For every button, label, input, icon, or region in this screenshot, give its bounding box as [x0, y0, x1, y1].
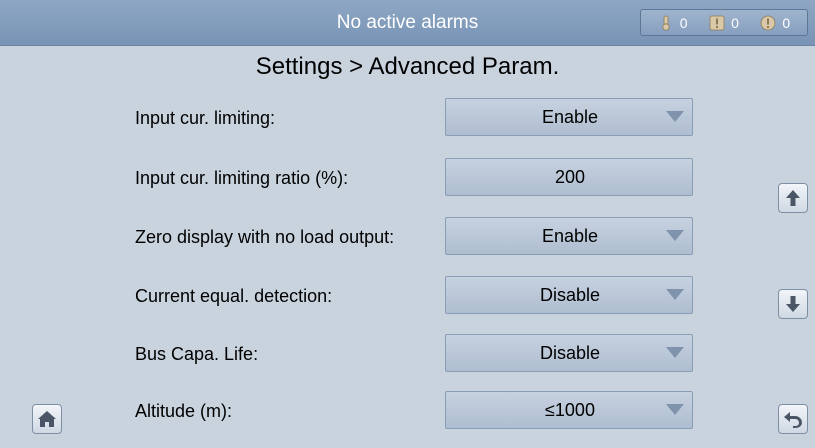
arrow-up-icon: [785, 189, 801, 207]
home-button[interactable]: [32, 404, 62, 434]
dropdown-value: Enable: [541, 226, 599, 246]
dropdown-caret-icon: [666, 289, 684, 300]
zero-display-dropdown[interactable]: Enable: [445, 217, 693, 255]
arrow-down-icon: [785, 295, 801, 313]
page-title: Settings > Advanced Param.: [255, 53, 560, 80]
exclamation-square-icon: [709, 15, 725, 31]
param-label: Input cur. limiting:: [135, 108, 276, 128]
scroll-down-button[interactable]: [778, 289, 808, 319]
alarm-count-value: 0: [679, 14, 688, 31]
field-value: 200: [554, 167, 586, 187]
back-arrow-icon: [783, 410, 803, 428]
altitude-dropdown[interactable]: ≤1000: [445, 391, 693, 429]
param-row-bus-capa-life: Bus Capa. Life: Disable: [0, 334, 815, 374]
alarm-count-value: 0: [731, 14, 739, 31]
scroll-up-button[interactable]: [778, 183, 808, 213]
back-button[interactable]: [778, 404, 808, 434]
param-label: Current equal. detection:: [135, 286, 333, 306]
exclamation-circle-icon: [760, 15, 776, 31]
input-cur-limiting-dropdown[interactable]: Enable: [445, 98, 693, 136]
param-row-zero-display: Zero display with no load output: Enable: [0, 217, 815, 257]
bus-capa-life-dropdown[interactable]: Disable: [445, 334, 693, 372]
thermometer-alarm-icon: [658, 15, 674, 31]
param-row-current-equal-detection: Current equal. detection: Disable: [0, 276, 815, 316]
dropdown-caret-icon: [666, 347, 684, 358]
alarm-count-value: 0: [782, 14, 791, 31]
dropdown-caret-icon: [666, 111, 684, 122]
input-cur-limiting-ratio-field[interactable]: 200: [445, 158, 693, 196]
alarm-count-critical: 0: [658, 15, 688, 31]
param-row-input-cur-limiting-ratio: Input cur. limiting ratio (%): 200: [0, 158, 815, 198]
home-icon: [37, 410, 57, 428]
param-row-input-cur-limiting: Input cur. limiting: Enable: [0, 98, 815, 138]
dropdown-caret-icon: [666, 404, 684, 415]
alarm-counts[interactable]: 0 0 0: [640, 9, 808, 36]
dropdown-value: Disable: [539, 343, 601, 363]
alarm-count-major: 0: [709, 15, 739, 31]
param-label: Input cur. limiting ratio (%):: [135, 168, 349, 188]
param-row-altitude: Altitude (m): ≤1000: [0, 391, 815, 431]
current-equal-detection-dropdown[interactable]: Disable: [445, 276, 693, 314]
alarm-count-minor: 0: [760, 15, 790, 31]
alarm-status-bar: No active alarms 0 0 0: [0, 0, 815, 46]
dropdown-value: Enable: [541, 107, 599, 127]
param-label: Zero display with no load output:: [135, 227, 395, 247]
param-label: Bus Capa. Life:: [135, 344, 259, 364]
dropdown-value: ≤1000: [545, 400, 595, 420]
dropdown-value: Disable: [539, 285, 601, 305]
param-label: Altitude (m):: [135, 401, 233, 421]
dropdown-caret-icon: [666, 230, 684, 241]
